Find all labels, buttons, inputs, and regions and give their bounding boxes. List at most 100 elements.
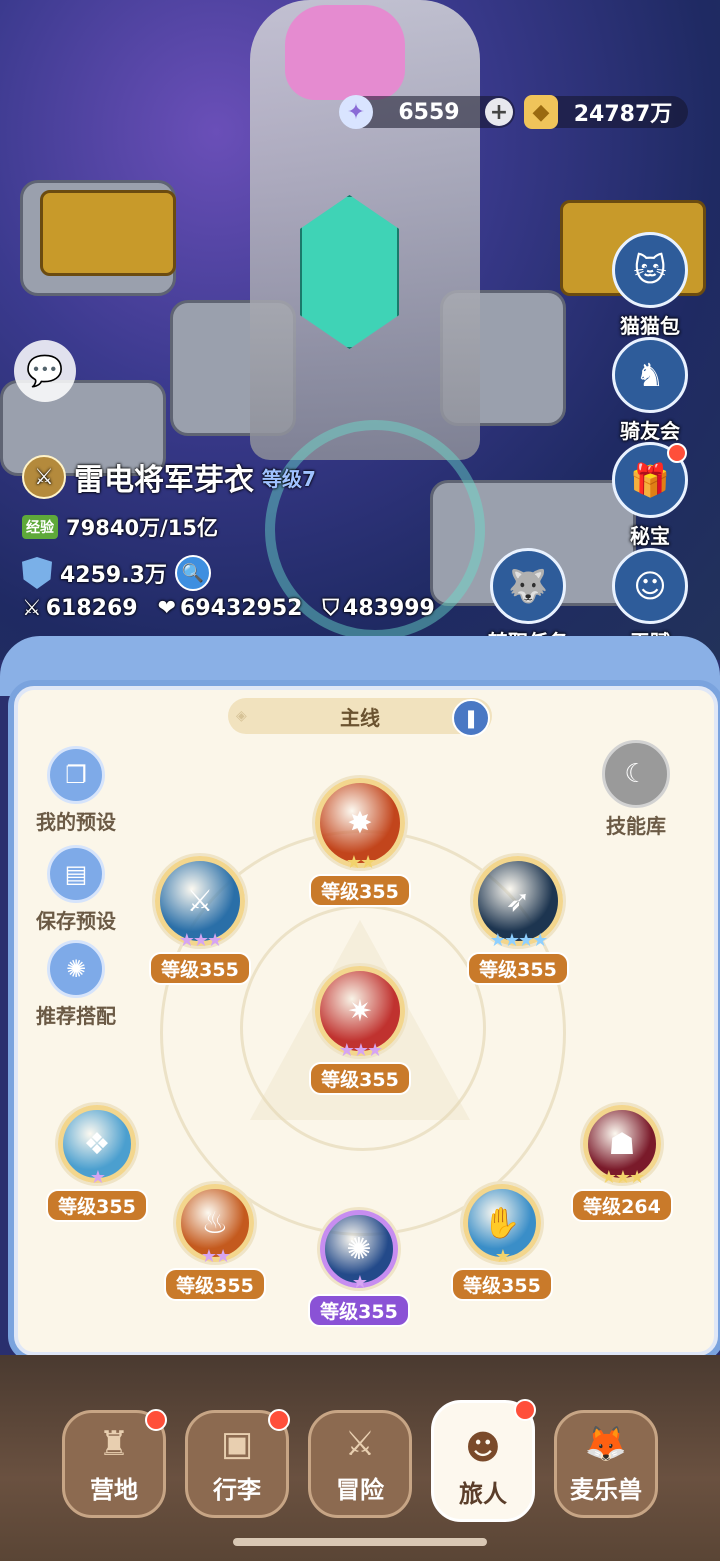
coin-currency-value: 24787万 <box>573 102 673 127</box>
skill-slot[interactable]: ✺ ★ 等级355 <box>306 1210 412 1327</box>
skill-stars: ★★ <box>345 852 376 873</box>
skill-slot[interactable]: ➶ ★★★★ 等级355 <box>463 856 573 985</box>
skill-library-button[interactable]: ☾ 技能库 <box>598 740 674 839</box>
skill-level-badge: 等级355 <box>467 952 569 985</box>
player-level: 等级7 <box>262 466 316 491</box>
defense-shield-icon: ⛉ <box>322 596 340 621</box>
exp-tag: 经验 <box>22 515 58 539</box>
treasure-button[interactable]: 🎁 秘宝 <box>612 442 688 549</box>
notification-dot <box>667 443 687 463</box>
skill-slot[interactable]: ✸ ★★ 等级355 <box>305 778 415 907</box>
skill-level-badge: 等级355 <box>46 1189 148 1222</box>
save-preset-button[interactable]: ▤ 保存预设 <box>28 845 124 934</box>
star-currency-bar: ✦ 6559 + <box>339 95 515 129</box>
skill-level-badge: 等级264 <box>571 1189 673 1222</box>
notification-dot <box>145 1409 167 1431</box>
backpack-icon: ▣ <box>220 1424 254 1464</box>
skill-level-badge: 等级355 <box>451 1268 553 1301</box>
book-icon[interactable]: ❚ <box>452 699 490 737</box>
defense-value: 483999 <box>343 596 435 621</box>
character-hair <box>285 5 405 100</box>
power-shield-icon <box>22 557 52 589</box>
power-value: 4259.3万 <box>60 563 167 588</box>
skill-stars: ★★★ <box>178 930 223 951</box>
skill-library-icon: ☾ <box>602 740 670 808</box>
combat-stats-row: ⚔ 618269 ❤ 69432952 ⛉ 483999 <box>22 596 435 621</box>
nav-adventure[interactable]: ⚔ 冒险 <box>308 1410 412 1518</box>
crossed-swords-icon: ⚔ <box>344 1424 376 1464</box>
my-preset-button[interactable]: ❐ 我的预设 <box>28 746 124 835</box>
skill-slot[interactable]: ✋ ★ 等级355 <box>450 1184 554 1301</box>
talent-icon: ☺ <box>612 548 688 624</box>
skill-stars: ★★★ <box>600 1167 645 1188</box>
attack-swords-icon: ⚔ <box>22 596 42 621</box>
scene-armor <box>40 190 176 276</box>
coin-currency-bar: ◆ 24787万 <box>524 95 688 129</box>
exp-value: 79840万/15亿 <box>66 516 218 540</box>
rider-club-label: 骑友会 <box>620 419 680 443</box>
skill-stars: ★★★ <box>338 1040 383 1061</box>
skill-stars: ★★ <box>200 1246 231 1267</box>
skill-level-badge: 等级355 <box>309 874 411 907</box>
skill-level-badge: 等级355 <box>308 1294 410 1327</box>
skill-stars: ★★★★ <box>489 930 549 951</box>
horse-icon: ♞ <box>612 337 688 413</box>
skill-level-badge: 等级355 <box>149 952 251 985</box>
treasure-label: 秘宝 <box>630 524 670 548</box>
traveler-avatar-icon: ☻ <box>465 1428 501 1468</box>
skill-level-badge: 等级355 <box>164 1268 266 1301</box>
cat-bag-label: 猫猫包 <box>620 314 680 338</box>
rider-club-button[interactable]: ♞ 骑友会 <box>612 337 688 444</box>
skill-slot[interactable]: ♨ ★★ 等级355 <box>163 1184 267 1301</box>
class-emblem-icon: ⚔ <box>22 455 66 499</box>
skill-stars: ★ <box>494 1246 511 1267</box>
cat-bag-icon: 🐱 <box>612 232 688 308</box>
tab-main-line-label: 主线 <box>340 705 380 730</box>
skill-slot[interactable]: ❖ ★ 等级355 <box>45 1105 149 1222</box>
search-icon[interactable]: 🔍 <box>174 555 211 591</box>
home-indicator[interactable] <box>233 1538 487 1546</box>
treasure-icon: 🎁 <box>612 442 688 518</box>
power-row: 4259.3万 🔍 <box>22 555 211 591</box>
preset-card-icon: ❐ <box>47 746 105 804</box>
recommended-setup-button[interactable]: ✺ 推荐搭配 <box>28 940 124 1029</box>
skill-stars: ★ <box>89 1167 106 1188</box>
nav-adventure-label: 冒险 <box>336 1476 384 1504</box>
nav-traveler-label: 旅人 <box>459 1480 507 1508</box>
recommended-setup-label: 推荐搭配 <box>36 1004 116 1028</box>
coin-icon: ◆ <box>524 95 558 129</box>
diamond-icon: ◈ <box>236 708 247 724</box>
nav-traveler[interactable]: ☻ 旅人 <box>431 1399 536 1522</box>
player-name: 雷电将军芽衣 <box>74 463 254 498</box>
skill-slot[interactable]: ⚔ ★★★ 等级355 <box>145 856 255 985</box>
chat-button[interactable]: 💬 <box>14 340 76 402</box>
my-preset-label: 我的预设 <box>36 810 116 834</box>
save-icon: ▤ <box>47 845 105 903</box>
add-currency-button[interactable]: + <box>485 98 513 126</box>
notification-dot <box>268 1409 290 1431</box>
nav-camp-label: 营地 <box>90 1476 138 1504</box>
notification-dot <box>514 1399 536 1421</box>
cat-bag-button[interactable]: 🐱 猫猫包 <box>612 232 688 339</box>
class-change-icon: 🐺 <box>490 548 566 624</box>
tab-main-line[interactable]: ◈ 主线 ❚ <box>228 698 492 737</box>
nav-luggage[interactable]: ▣ 行李 <box>185 1409 290 1518</box>
chat-bubble-icon: 💬 <box>26 353 64 389</box>
exp-row: 经验 79840万/15亿 <box>22 512 218 542</box>
attack-value: 618269 <box>45 596 138 621</box>
nav-camp[interactable]: ♜ 营地 <box>62 1409 167 1518</box>
castle-icon: ♜ <box>98 1424 130 1464</box>
nav-pet[interactable]: 🦊 麦乐兽 <box>554 1410 658 1518</box>
skill-slot[interactable]: ✷ ★★★ 等级355 <box>305 966 415 1095</box>
skill-library-label: 技能库 <box>606 814 666 838</box>
hp-value: 69432952 <box>180 596 303 621</box>
skill-slot[interactable]: ☗ ★★★ 等级264 <box>570 1105 674 1222</box>
fox-icon: 🦊 <box>584 1424 628 1464</box>
star-gem-icon: ✦ <box>339 95 373 129</box>
star-currency-value: 6559 <box>398 99 460 125</box>
nav-pet-label: 麦乐兽 <box>570 1476 642 1504</box>
recommend-icon: ✺ <box>47 940 105 998</box>
player-name-row: ⚔ 雷电将军芽衣 等级7 <box>22 455 316 499</box>
nav-luggage-label: 行李 <box>213 1476 261 1504</box>
skill-stars: ★ <box>351 1272 368 1293</box>
